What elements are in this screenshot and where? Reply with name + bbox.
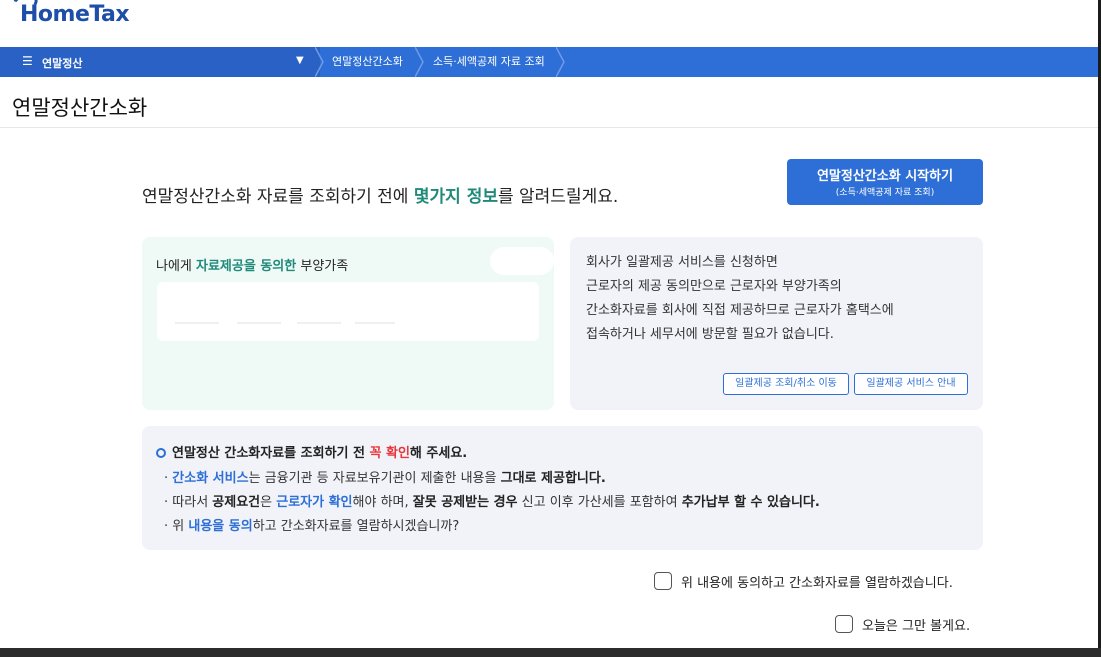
consent-highlight: 자료제공을 동의한 xyxy=(196,259,297,274)
redacted-line xyxy=(355,322,395,324)
notice-line-1-mid: 는 금융기관 등 자료보유기관이 제출한 내용을 xyxy=(248,471,501,486)
agree-checkbox-label[interactable]: 위 내용에 동의하고 간소화자료를 열람하겠습니다. xyxy=(681,572,953,591)
info-line-4: 접속하거나 세무서에 방문할 필요가 없습니다. xyxy=(586,327,834,342)
top-navbar: ☰ 연말정산 ▼ 연말정산간소화 소득·세액공제 자료 조회 xyxy=(0,47,1101,77)
batch-provision-info-card: 회사가 일괄제공 서비스를 신청하면 근로자의 제공 동의만으로 근로자와 부양… xyxy=(570,237,983,410)
notice-line-2-f: 잘못 공제받는 경우 xyxy=(412,495,518,510)
batch-service-guide-button[interactable]: 일괄제공 서비스 안내 xyxy=(854,373,968,395)
bottom-taskbar-strip xyxy=(0,648,1101,657)
notice-line-2-d: 근로자가 확인 xyxy=(276,495,353,510)
nav-menu-dropdown[interactable]: ☰ 연말정산 ▼ xyxy=(0,47,320,77)
intro-text-after: 를 알려드릴게요. xyxy=(497,187,619,207)
redacted-line xyxy=(297,322,341,324)
notice-line-3-b: 내용을 동의 xyxy=(188,519,253,534)
notice-line-2-c: 은 xyxy=(260,495,277,510)
consent-prefix: 나에게 xyxy=(156,259,197,274)
batch-lookup-cancel-button[interactable]: 일괄제공 조회/취소 이동 xyxy=(723,373,849,395)
redacted-line xyxy=(237,322,281,324)
notice-line-2-a: 따라서 xyxy=(172,495,213,510)
notice-line-3-c: 하고 간소화자료를 열람하시겠습니까? xyxy=(252,519,460,534)
title-divider xyxy=(0,127,1101,128)
breadcrumb-separator-icon xyxy=(556,47,565,77)
info-line-1: 회사가 일괄제공 서비스를 신청하면 xyxy=(586,255,778,270)
notice-line-2-e: 해야 하며, xyxy=(352,495,413,510)
bullet-mark: · xyxy=(164,519,169,534)
logo-text: HomeTax xyxy=(20,2,130,27)
dependents-list xyxy=(157,282,539,341)
intro-text-before: 연말정산간소화 자료를 조회하기 전에 xyxy=(142,187,414,207)
intro-text: 연말정산간소화 자료를 조회하기 전에 몇가지 정보를 알려드릴게요. xyxy=(142,182,618,207)
notice-line-3-a: 위 xyxy=(172,519,189,534)
hamburger-icon: ☰ xyxy=(22,54,33,68)
notice-line-1-bold: 그대로 제공합니다. xyxy=(500,471,606,486)
notice-line-3: · 위 내용을 동의하고 간소화자료를 열람하시겠습니까? xyxy=(164,515,459,534)
redacted-line xyxy=(175,322,219,324)
consent-suffix: 부양가족 xyxy=(296,259,349,274)
notice-box: 연말정산 간소화자료를 조회하기 전 꼭 확인해 주세요. · 간소화 서비스는… xyxy=(142,426,983,550)
start-button-sublabel: (소득·세액공제 자료 조회) xyxy=(835,188,935,198)
notice-line-1-blue: 간소화 서비스 xyxy=(172,471,249,486)
notice-heading-red: 꼭 확인 xyxy=(369,446,410,461)
hide-today-checkbox-label[interactable]: 오늘은 그만 볼게요. xyxy=(862,615,970,634)
intro-highlight: 몇가지 정보 xyxy=(413,187,498,207)
breadcrumb-separator-icon xyxy=(415,47,424,77)
notice-line-1: · 간소화 서비스는 금융기관 등 자료보유기관이 제출한 내용을 그대로 제공… xyxy=(164,467,606,486)
nav-menu-label: 연말정산 xyxy=(42,57,83,70)
bullet-mark: · xyxy=(164,495,169,510)
notice-line-2: · 따라서 공제요건은 근로자가 확인해야 하며, 잘못 공제받는 경우 신고 … xyxy=(164,491,820,510)
consenting-dependents-heading: 나에게 자료제공을 동의한 부양가족 xyxy=(156,255,348,274)
breadcrumb-item-2[interactable]: 소득·세액공제 자료 조회 xyxy=(433,47,545,77)
notice-heading: 연말정산 간소화자료를 조회하기 전 꼭 확인해 주세요. xyxy=(156,442,467,461)
start-button-label: 연말정산간소화 시작하기 xyxy=(816,169,954,184)
chevron-down-icon: ▼ xyxy=(296,55,304,66)
breadcrumb-item-1[interactable]: 연말정산간소화 xyxy=(332,47,403,77)
agree-checkbox[interactable] xyxy=(654,572,672,590)
hide-today-checkbox[interactable] xyxy=(835,615,853,633)
notice-line-2-h: 추가납부 할 수 있습니다. xyxy=(681,495,820,510)
bullet-circle-icon xyxy=(156,447,166,458)
breadcrumb-separator-icon xyxy=(315,47,324,77)
notice-line-2-b: 공제요건 xyxy=(212,495,261,510)
consenting-dependents-card: 나에게 자료제공을 동의한 부양가족 xyxy=(142,237,554,410)
bullet-mark: · xyxy=(164,471,169,486)
notice-heading-before: 연말정산 간소화자료를 조회하기 전 xyxy=(172,446,370,461)
batch-provision-description: 회사가 일괄제공 서비스를 신청하면 근로자의 제공 동의만으로 근로자와 부양… xyxy=(586,251,966,347)
start-simplified-service-button[interactable]: 연말정산간소화 시작하기 (소득·세액공제 자료 조회) xyxy=(787,159,983,205)
info-line-2: 근로자의 제공 동의만으로 근로자와 부양가족의 xyxy=(586,279,842,294)
info-line-3: 간소화자료를 회사에 직접 제공하므로 근로자가 홈택스에 xyxy=(586,303,894,318)
notice-line-2-g: 신고 이후 가산세를 포함하여 xyxy=(517,495,682,510)
page-title: 연말정산간소화 xyxy=(12,96,148,120)
redacted-area xyxy=(490,247,554,275)
notice-heading-after: 해 주세요. xyxy=(409,446,468,461)
